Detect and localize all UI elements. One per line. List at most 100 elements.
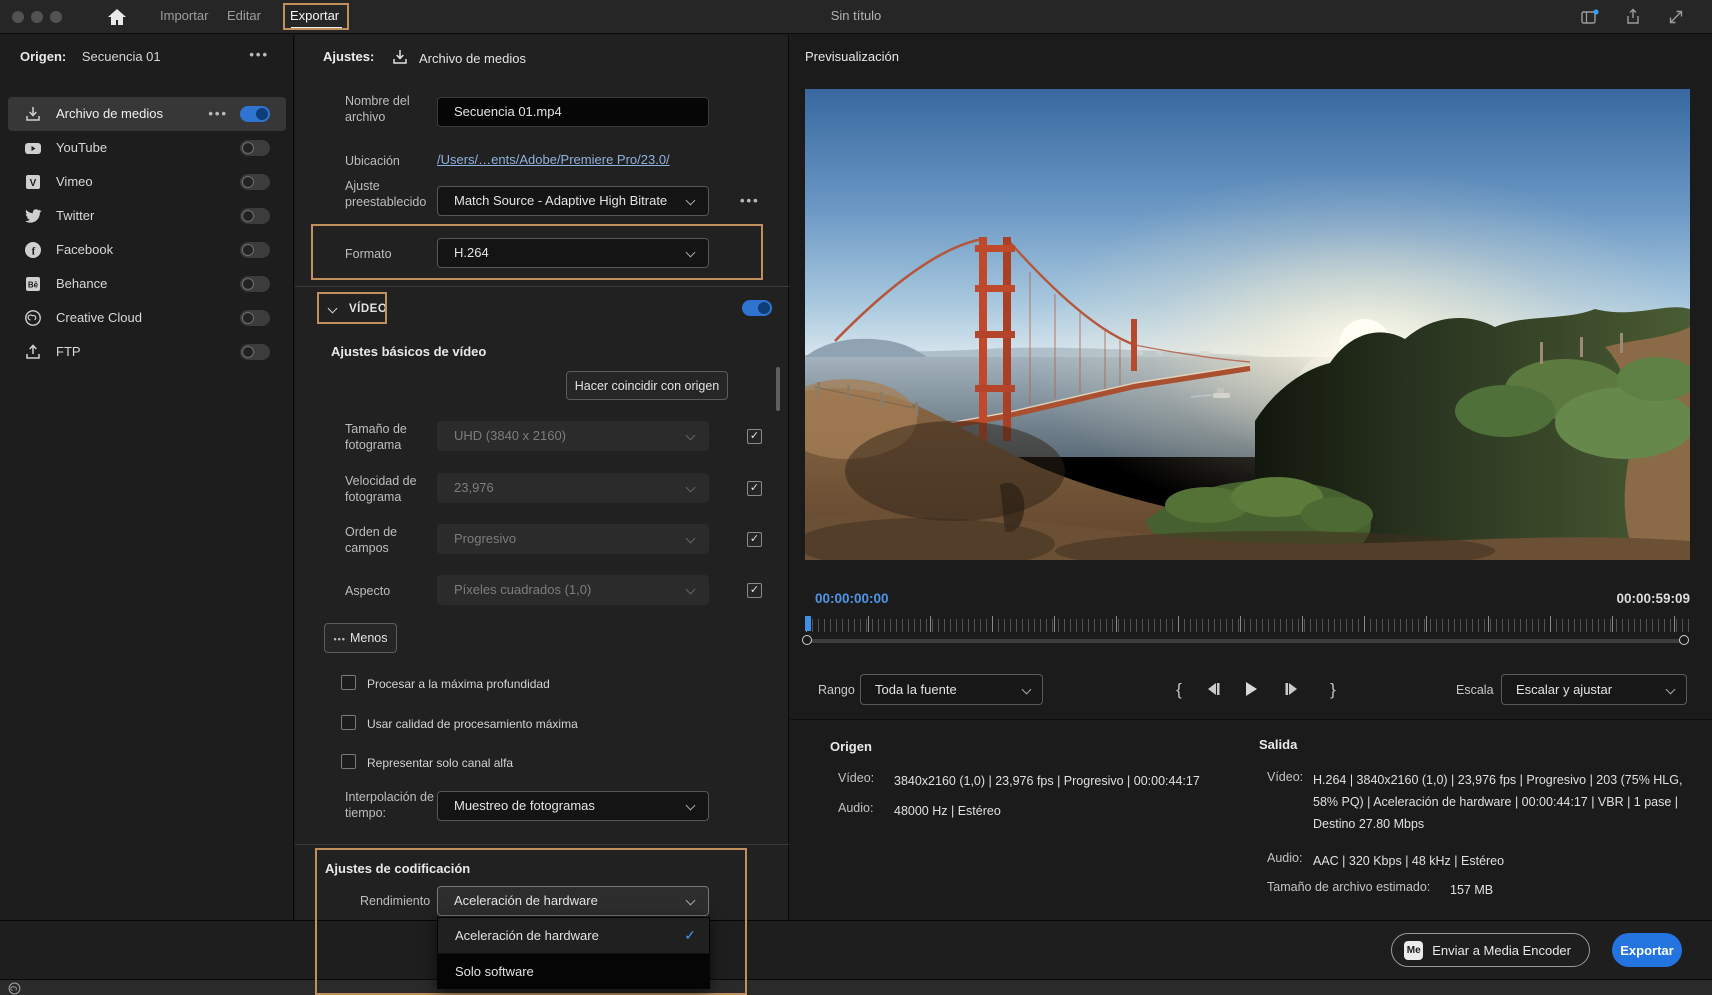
item-more-icon[interactable]: ••• [208, 106, 228, 121]
mark-in-icon[interactable]: { [1168, 680, 1190, 700]
preview-title: Previsualización [805, 49, 899, 64]
sidebar-item-label: YouTube [56, 140, 107, 155]
send-to-media-encoder-button[interactable]: Me Enviar a Media Encoder [1391, 933, 1590, 967]
toggle-behance[interactable] [240, 276, 270, 292]
media-file-icon [24, 105, 42, 123]
range-dropdown[interactable]: Toda la fuente [860, 674, 1043, 705]
time-interpolation-dropdown[interactable]: Muestreo de fotogramas [437, 791, 709, 821]
behance-icon: Bē [24, 275, 42, 293]
sidebar-item-label: Creative Cloud [56, 310, 142, 325]
settings-scrollbar[interactable] [776, 367, 780, 411]
max-quality-label: Usar calidad de procesamiento máxima [367, 717, 578, 731]
rango-label: Rango [818, 683, 855, 697]
sidebar-item-behance[interactable]: Bē Behance [8, 267, 286, 301]
step-forward-icon[interactable] [1281, 680, 1303, 700]
performance-dropdown[interactable]: Aceleración de hardware [437, 886, 709, 916]
sidebar-item-label: Facebook [56, 242, 113, 257]
footer-bar: Me Enviar a Media Encoder Exportar [0, 920, 1712, 979]
estimated-size-value: 157 MB [1450, 879, 1493, 901]
sidebar-item-facebook[interactable]: f Facebook [8, 233, 286, 267]
scale-dropdown[interactable]: Escalar y ajustar [1501, 674, 1687, 705]
preset-dropdown[interactable]: Match Source - Adaptive High Bitrate [437, 186, 709, 216]
section-divider [295, 844, 789, 845]
workspace-icon[interactable] [1580, 8, 1600, 26]
sidebar-item-archivo-de-medios[interactable]: Archivo de medios ••• [8, 97, 286, 131]
range-handle-end[interactable] [1679, 635, 1689, 645]
mark-out-icon[interactable]: } [1322, 680, 1344, 700]
media-file-icon [391, 48, 409, 66]
performance-label: Rendimiento [360, 893, 440, 909]
origen-video-value: 3840x2160 (1,0) | 23,976 fps | Progresiv… [894, 770, 1200, 792]
max-depth-label: Procesar a la máxima profundidad [367, 677, 550, 691]
filename-input[interactable]: Secuencia 01.mp4 [437, 97, 709, 127]
toggle-ftp[interactable] [240, 344, 270, 360]
video-section-toggle[interactable] [742, 300, 772, 316]
sidebar-item-ftp[interactable]: FTP [8, 335, 286, 369]
max-depth-checkbox[interactable] [341, 675, 356, 690]
range-bar[interactable] [806, 639, 1689, 643]
location-link[interactable]: /Users/…ents/Adobe/Premiere Pro/23.0/ [437, 152, 670, 167]
timeline-ruler-major-ticks [806, 616, 1689, 632]
source-more-icon[interactable]: ••• [249, 47, 269, 62]
preset-label: Ajuste preestablecido [345, 178, 435, 210]
frame-size-checkbox[interactable]: ✓ [747, 429, 762, 444]
export-settings-panel: Ajustes: Archivo de medios Nombre del ar… [295, 35, 789, 920]
sidebar-item-vimeo[interactable]: V Vimeo [8, 165, 286, 199]
match-source-button[interactable]: Hacer coincidir con origen [566, 371, 728, 400]
playhead[interactable] [805, 616, 811, 631]
nombre-label: Nombre del archivo [345, 93, 435, 125]
sidebar-item-creative-cloud[interactable]: Creative Cloud [8, 301, 286, 335]
ajustes-header-value: Archivo de medios [419, 51, 526, 66]
toggle-archivo-de-medios[interactable] [240, 106, 270, 122]
alpha-only-label: Representar solo canal alfa [367, 756, 513, 770]
creative-cloud-icon [24, 309, 42, 327]
encoding-settings-title: Ajustes de codificación [325, 861, 470, 876]
origen-video-label: Vídeo: [838, 771, 874, 785]
toggle-creative-cloud[interactable] [240, 310, 270, 326]
max-quality-checkbox[interactable] [341, 715, 356, 730]
frame-rate-checkbox[interactable]: ✓ [747, 481, 762, 496]
share-icon[interactable] [1623, 8, 1643, 26]
preview-frame[interactable] [805, 89, 1690, 560]
toggle-vimeo[interactable] [240, 174, 270, 190]
frame-size-dropdown[interactable]: UHD (3840 x 2160) [437, 421, 709, 451]
aspect-label: Aspecto [345, 583, 435, 599]
sidebar-item-label: FTP [56, 344, 81, 359]
toggle-facebook[interactable] [240, 242, 270, 258]
aspect-checkbox[interactable]: ✓ [747, 583, 762, 598]
check-icon: ✓ [684, 918, 696, 953]
fullscreen-icon[interactable] [1666, 8, 1686, 26]
less-button[interactable]: •••Menos [324, 623, 397, 653]
range-handle-start[interactable] [802, 635, 812, 645]
sidebar-item-label: Twitter [56, 208, 94, 223]
window-title: Sin título [0, 8, 1712, 23]
timecode-out: 00:00:59:09 [1616, 591, 1690, 606]
field-order-checkbox[interactable]: ✓ [747, 532, 762, 547]
alpha-only-checkbox[interactable] [341, 754, 356, 769]
performance-menu: Aceleración de hardware ✓ Solo software [437, 917, 710, 989]
menu-item-hardware-acceleration[interactable]: Aceleración de hardware ✓ [438, 918, 709, 953]
aspect-dropdown[interactable]: Píxeles cuadrados (1,0) [437, 575, 709, 605]
estimated-size-label: Tamaño de archivo estimado: [1267, 880, 1430, 894]
step-back-icon[interactable] [1202, 680, 1224, 700]
toggle-twitter[interactable] [240, 208, 270, 224]
field-order-dropdown[interactable]: Progresivo [437, 524, 709, 554]
video-highlight-box [317, 292, 387, 324]
preview-panel: Previsualización [790, 35, 1712, 920]
time-interpolation-label: Interpolación de tiempo: [345, 789, 435, 821]
sidebar-item-twitter[interactable]: Twitter [8, 199, 286, 233]
menu-item-software-only[interactable]: Solo software [438, 953, 709, 988]
source-header: Origen: Secuencia 01 [20, 49, 161, 64]
play-icon[interactable] [1240, 680, 1262, 700]
destinations-sidebar: Origen: Secuencia 01 ••• Archivo de medi… [0, 35, 294, 920]
media-encoder-icon: Me [1404, 941, 1423, 960]
toggle-youtube[interactable] [240, 140, 270, 156]
frame-rate-dropdown[interactable]: 23,976 [437, 473, 709, 503]
svg-text:f: f [32, 246, 36, 258]
salida-info-title: Salida [1259, 737, 1297, 752]
creative-cloud-status-icon[interactable] [8, 982, 21, 995]
preset-more-icon[interactable]: ••• [740, 193, 760, 208]
export-button[interactable]: Exportar [1612, 933, 1682, 967]
timecode-in[interactable]: 00:00:00:00 [815, 591, 889, 606]
sidebar-item-youtube[interactable]: YouTube [8, 131, 286, 165]
